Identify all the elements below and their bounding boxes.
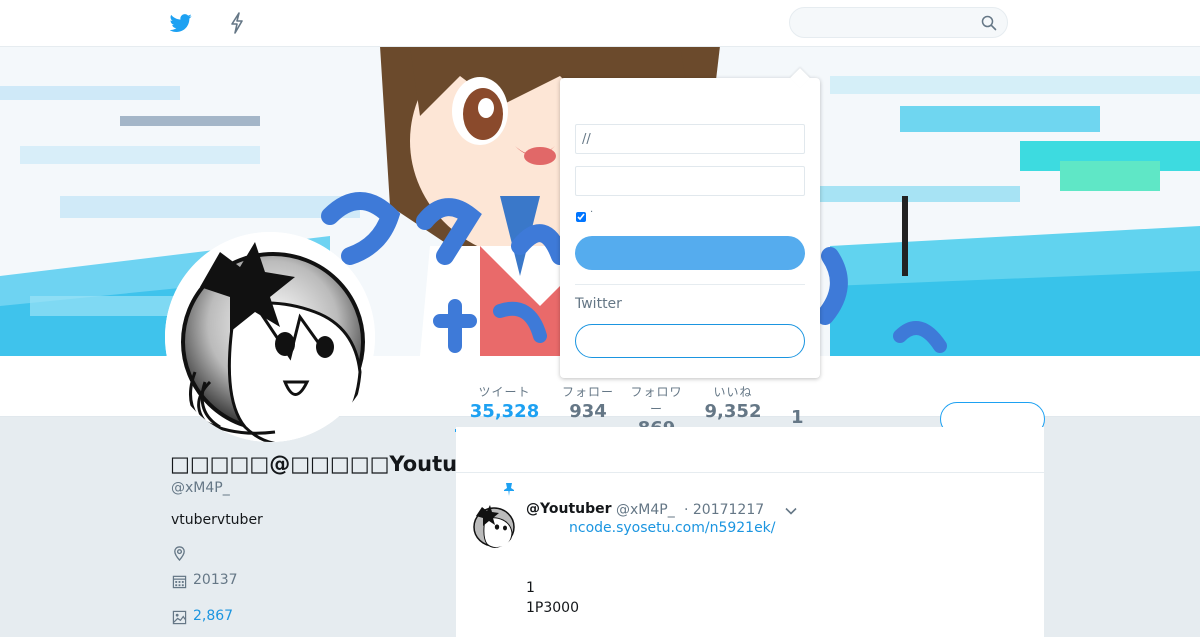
timeline-header bbox=[456, 427, 1044, 473]
lightning-icon[interactable] bbox=[228, 12, 246, 34]
pin-icon bbox=[504, 483, 514, 496]
login-dropdown: · Twitter bbox=[560, 68, 820, 378]
profile-handle: @xM4P_ bbox=[171, 480, 230, 496]
profile-avatar[interactable] bbox=[165, 232, 375, 442]
more-count[interactable]: 1 bbox=[791, 407, 804, 428]
profile-name: □□□□□@□□□□□Youtuber bbox=[170, 452, 497, 476]
tweet-text-line: 1 bbox=[526, 580, 535, 596]
tweet-date[interactable]: · 20171217 bbox=[684, 502, 764, 518]
stat-likes[interactable]: いいね 9,352 bbox=[700, 383, 766, 422]
signup-prompt: Twitter bbox=[575, 296, 622, 312]
login-button[interactable] bbox=[575, 236, 805, 270]
search-icon[interactable] bbox=[981, 15, 997, 31]
stat-following[interactable]: フォロー 934 bbox=[562, 383, 614, 422]
twitter-bird-icon[interactable] bbox=[170, 12, 192, 34]
chevron-down-icon[interactable] bbox=[784, 504, 798, 518]
remember-me-checkbox[interactable] bbox=[576, 212, 586, 222]
password-field[interactable] bbox=[575, 166, 805, 196]
stat-followers-label: フォロワー bbox=[630, 385, 683, 416]
tweet-author-handle[interactable]: @xM4P_ bbox=[616, 502, 675, 518]
stat-likes-label: いいね bbox=[713, 385, 753, 399]
search-input[interactable] bbox=[802, 14, 976, 34]
tweet-link[interactable]: ncode.syosetu.com/n5921ek/ bbox=[569, 520, 776, 536]
search-box[interactable] bbox=[789, 7, 1008, 38]
stat-tweets[interactable]: ツイート 35,328 bbox=[460, 383, 549, 422]
location-icon bbox=[174, 546, 185, 561]
calendar-icon bbox=[172, 575, 187, 589]
stat-tweets-value: 35,328 bbox=[469, 401, 540, 422]
timeline: @Youtuber @xM4P_ · 20171217 ncode.syoset… bbox=[456, 427, 1044, 637]
tweet-author-name[interactable]: @Youtuber bbox=[526, 501, 612, 517]
stat-following-label: フォロー bbox=[562, 385, 615, 399]
photos-videos-link[interactable]: 2,867 bbox=[193, 608, 233, 624]
tweet-text-line: 1P3000 bbox=[526, 600, 579, 616]
profile-joined-date: 20137 bbox=[193, 572, 238, 588]
profile-bio: vtubervtuber bbox=[171, 512, 263, 528]
stat-likes-value: 9,352 bbox=[704, 401, 762, 422]
photo-icon bbox=[172, 610, 187, 625]
top-navigation-bar bbox=[0, 0, 1200, 47]
username-field[interactable] bbox=[575, 124, 805, 154]
stat-tweets-label: ツイート bbox=[478, 385, 531, 399]
divider bbox=[575, 284, 805, 285]
remember-me-label: · bbox=[590, 207, 594, 218]
signup-button[interactable] bbox=[575, 324, 805, 358]
stat-following-value: 934 bbox=[569, 401, 607, 422]
tweet-avatar[interactable] bbox=[470, 502, 516, 548]
